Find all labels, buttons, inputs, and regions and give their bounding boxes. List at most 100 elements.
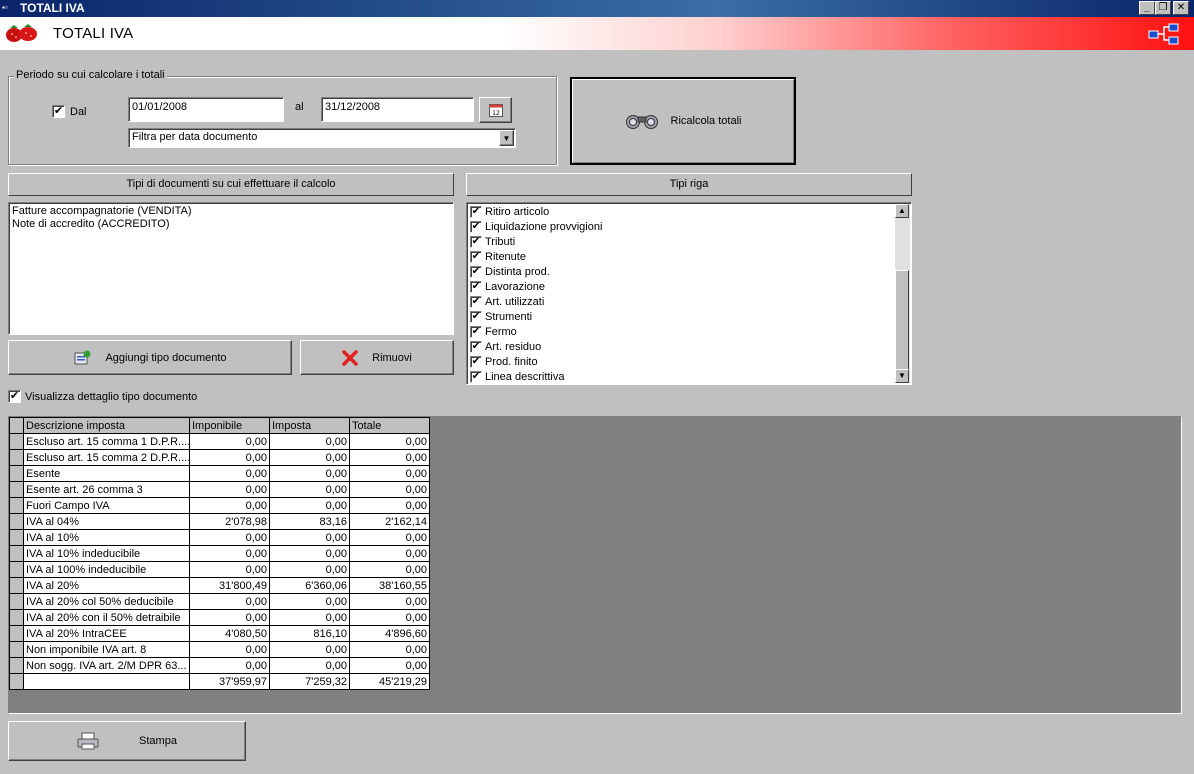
cell-total[interactable]: 4'896,60 [349, 625, 430, 642]
cell-tax[interactable]: 0,00 [269, 449, 350, 466]
cell-description[interactable]: IVA al 10% [23, 529, 190, 546]
row-types-list[interactable]: ✔ Ritiro articolo ✔ Liquidazione provvigio… [466, 202, 912, 385]
row-type-checkbox[interactable]: ✔ [470, 355, 482, 368]
row-type-checkbox[interactable]: ✔ [470, 295, 482, 308]
cell-description[interactable]: Fuori Campo IVA [23, 497, 190, 514]
row-indicator[interactable] [9, 449, 24, 466]
table-row[interactable]: IVA al 20% con il 50% detraibile 0,00 0,00… [9, 609, 430, 626]
cell-description[interactable]: Esente [23, 465, 190, 482]
row-indicator[interactable] [9, 673, 24, 690]
cell-total[interactable]: 45'219,29 [349, 673, 430, 690]
cell-taxable[interactable]: 0,00 [189, 641, 270, 658]
row-type-item[interactable]: ✔ Strumenti [470, 309, 890, 324]
cell-tax[interactable]: 83,16 [269, 513, 350, 530]
table-row[interactable]: IVA al 20% 31'800,49 6'360,06 38'160,55 [9, 577, 430, 594]
recalc-button[interactable]: Ricalcola totali [570, 77, 796, 165]
cell-taxable[interactable]: 0,00 [189, 529, 270, 546]
list-item[interactable]: Fatture accompagnatorie (VENDITA) [12, 205, 450, 218]
window-titlebar[interactable]: ▪▫ TOTALI IVA _ ❐ ✕ [0, 0, 1194, 17]
cell-taxable[interactable]: 0,00 [189, 593, 270, 610]
table-row[interactable]: IVA al 20% col 50% deducibile 0,00 0,00 0,0… [9, 593, 430, 610]
calendar-button[interactable]: 12 [479, 97, 512, 123]
column-header-total[interactable]: Totale [349, 417, 430, 434]
scroll-down-button[interactable]: ▼ [895, 369, 909, 383]
row-type-item[interactable]: ✔ Ritiro articolo [470, 204, 890, 219]
cell-taxable[interactable]: 0,00 [189, 609, 270, 626]
cell-taxable[interactable]: 0,00 [189, 657, 270, 674]
cell-taxable[interactable]: 0,00 [189, 433, 270, 450]
cell-tax[interactable]: 0,00 [269, 433, 350, 450]
row-type-item[interactable]: ✔ Distinta prod. [470, 264, 890, 279]
row-type-item[interactable]: ✔ Fermo [470, 324, 890, 339]
cell-total[interactable]: 0,00 [349, 593, 430, 610]
table-row[interactable]: IVA al 10% indeducibile 0,00 0,00 0,00 [9, 545, 430, 562]
row-type-item[interactable]: ✔ Tributi [470, 234, 890, 249]
cell-tax[interactable]: 0,00 [269, 609, 350, 626]
cell-total[interactable]: 38'160,55 [349, 577, 430, 594]
row-type-item[interactable]: ✔ Linea descrittiva [470, 369, 890, 384]
close-button[interactable]: ✕ [1173, 1, 1189, 15]
cell-tax[interactable]: 7'259,32 [269, 673, 350, 690]
cell-description[interactable] [23, 673, 190, 690]
date-from-input[interactable]: 01/01/2008 [128, 97, 284, 122]
cell-description[interactable]: IVA al 20% col 50% deducibile [23, 593, 190, 610]
table-row[interactable]: Esente art. 26 comma 3 0,00 0,00 0,00 [9, 481, 430, 498]
cell-tax[interactable]: 0,00 [269, 465, 350, 482]
filter-select[interactable]: Filtra per data documento [128, 128, 516, 148]
row-type-checkbox[interactable]: ✔ [470, 280, 482, 293]
cell-total[interactable]: 0,00 [349, 545, 430, 562]
table-row[interactable]: IVA al 100% indeducibile 0,00 0,00 0,00 [9, 561, 430, 578]
cell-total[interactable]: 0,00 [349, 497, 430, 514]
row-indicator[interactable] [9, 625, 24, 642]
cell-description[interactable]: IVA al 10% indeducibile [23, 545, 190, 562]
row-indicator[interactable] [9, 465, 24, 482]
row-type-item[interactable]: ✔ Prod. finito [470, 354, 890, 369]
row-indicator[interactable] [9, 545, 24, 562]
cell-description[interactable]: IVA al 20% con il 50% detraibile [23, 609, 190, 626]
row-indicator[interactable] [9, 561, 24, 578]
cell-total[interactable]: 0,00 [349, 529, 430, 546]
cell-taxable[interactable]: 0,00 [189, 449, 270, 466]
row-type-item[interactable]: ✔ Art. residuo [470, 339, 890, 354]
filter-dropdown-button[interactable]: ▼ [499, 130, 514, 146]
cell-description[interactable]: Non sogg. IVA art. 2/M DPR 63... [23, 657, 190, 674]
table-row[interactable]: Escluso art. 15 comma 2 D.P.R.... 0,00 0,0… [9, 449, 430, 466]
cell-description[interactable]: Escluso art. 15 comma 2 D.P.R.... [23, 449, 190, 466]
row-type-checkbox[interactable]: ✔ [470, 310, 482, 323]
table-row[interactable]: IVA al 04% 2'078,98 83,16 2'162,14 [9, 513, 430, 530]
row-type-checkbox[interactable]: ✔ [470, 265, 482, 278]
cell-description[interactable]: IVA al 20% [23, 577, 190, 594]
cell-taxable[interactable]: 0,00 [189, 561, 270, 578]
cell-taxable[interactable]: 2'078,98 [189, 513, 270, 530]
cell-tax[interactable]: 0,00 [269, 497, 350, 514]
cell-total[interactable]: 0,00 [349, 449, 430, 466]
row-indicator[interactable] [9, 609, 24, 626]
cell-taxable[interactable]: 0,00 [189, 481, 270, 498]
scroll-up-button[interactable]: ▲ [895, 204, 909, 218]
cell-taxable[interactable]: 0,00 [189, 497, 270, 514]
row-type-checkbox[interactable]: ✔ [470, 250, 482, 263]
table-row[interactable]: Esente 0,00 0,00 0,00 [9, 465, 430, 482]
vat-totals-table[interactable]: Descrizione imposta Imponibile Imposta T… [9, 417, 430, 690]
cell-description[interactable]: IVA al 20% IntraCEE [23, 625, 190, 642]
table-totals-row[interactable]: 37'959,97 7'259,32 45'219,29 [9, 673, 430, 690]
cell-taxable[interactable]: 0,00 [189, 545, 270, 562]
cell-total[interactable]: 0,00 [349, 465, 430, 482]
add-document-type-button[interactable]: Aggiungi tipo documento [8, 340, 292, 375]
column-header-tax[interactable]: Imposta [269, 417, 350, 434]
remove-button[interactable]: Rimuovi [300, 340, 454, 375]
row-type-checkbox[interactable]: ✔ [470, 205, 482, 218]
cell-total[interactable]: 0,00 [349, 609, 430, 626]
vat-totals-grid[interactable]: Descrizione imposta Imponibile Imposta T… [8, 416, 1182, 714]
table-row[interactable]: IVA al 10% 0,00 0,00 0,00 [9, 529, 430, 546]
cell-description[interactable]: Non imponibile IVA art. 8 [23, 641, 190, 658]
row-type-item[interactable]: ✔ Ritenute [470, 249, 890, 264]
minimize-button[interactable]: _ [1139, 1, 1155, 15]
scroll-thumb[interactable] [895, 270, 909, 370]
cell-description[interactable]: IVA al 04% [23, 513, 190, 530]
dal-checkbox[interactable]: ✔ [52, 105, 65, 118]
row-indicator[interactable] [9, 481, 24, 498]
row-type-checkbox[interactable]: ✔ [470, 220, 482, 233]
row-indicator[interactable] [9, 641, 24, 658]
cell-tax[interactable]: 6'360,06 [269, 577, 350, 594]
